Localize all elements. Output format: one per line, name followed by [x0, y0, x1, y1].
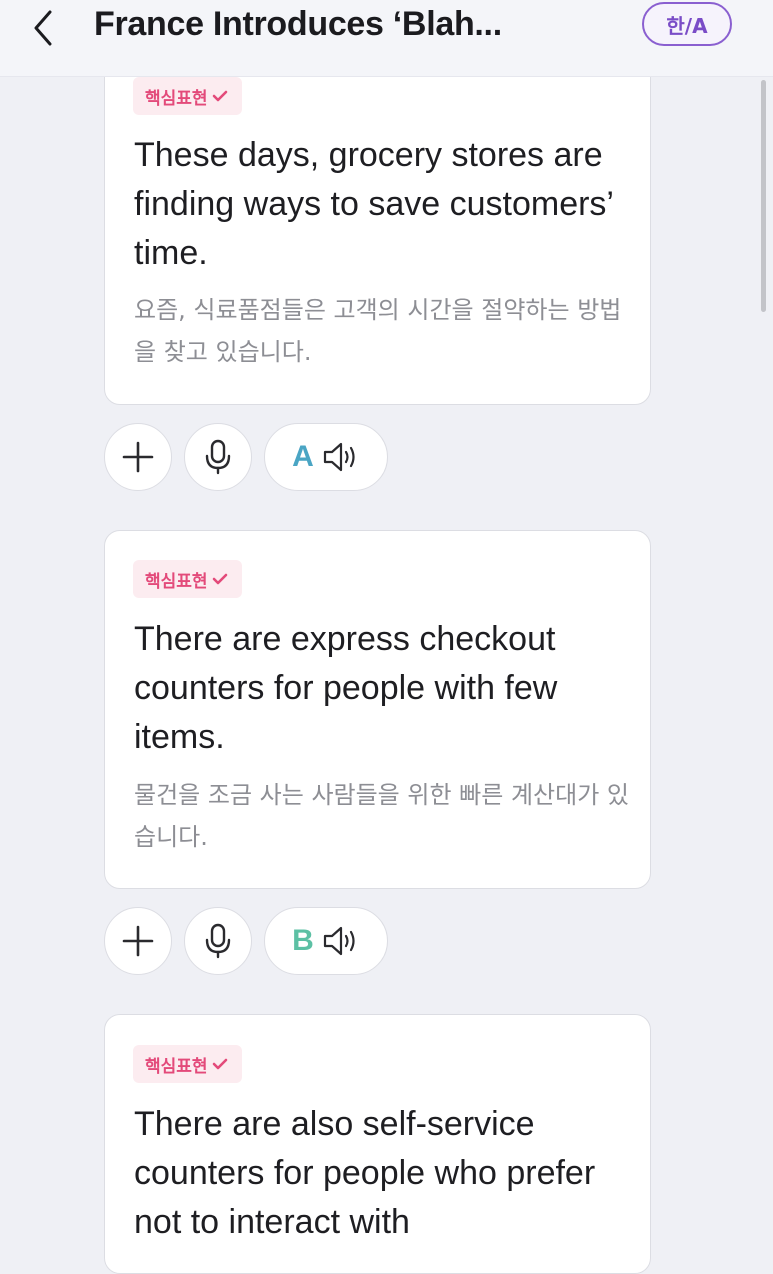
- plus-icon: [122, 925, 154, 957]
- english-sentence: There are also self-service counters for…: [134, 1105, 596, 1241]
- add-button[interactable]: [104, 907, 172, 975]
- tag-label: 핵심표현: [145, 1056, 208, 1077]
- checkmark-icon: [212, 573, 227, 585]
- korean-translation: 물건을 조금 사는 사람들을 위한 빠른 계산대가 있습니다.: [134, 781, 630, 851]
- plus-icon: [122, 441, 154, 473]
- korean-translation: 요즘, 식료품점들은 고객의 시간을 절약하는 방법을 찾고 있습니다.: [134, 296, 622, 366]
- speaker-label: B: [292, 924, 314, 957]
- play-audio-button[interactable]: B: [264, 907, 388, 975]
- speaker-icon: [323, 926, 355, 956]
- expression-card: 핵심표현 There are also self-service counter…: [104, 1014, 651, 1274]
- play-audio-button[interactable]: A: [264, 423, 388, 491]
- microphone-icon: [205, 923, 231, 959]
- expression-card: 핵심표현 There are express checkout counters…: [104, 530, 651, 889]
- record-button[interactable]: [184, 423, 252, 491]
- speaker-icon: [323, 442, 355, 472]
- checkmark-icon: [212, 90, 227, 102]
- tag-label: 핵심표현: [145, 571, 208, 592]
- scrollbar[interactable]: [761, 80, 766, 312]
- language-toggle-button[interactable]: 한/A: [642, 2, 732, 46]
- english-sentence: These days, grocery stores are finding w…: [134, 136, 613, 272]
- checkmark-icon: [212, 1058, 227, 1070]
- chevron-left-icon: [34, 10, 52, 46]
- key-expression-tag: 핵심표현: [133, 1045, 242, 1083]
- tag-label: 핵심표현: [145, 88, 208, 109]
- key-expression-tag: 핵심표현: [133, 560, 242, 598]
- speaker-label: A: [292, 440, 314, 473]
- add-button[interactable]: [104, 423, 172, 491]
- key-expression-tag: 핵심표현: [133, 77, 242, 115]
- back-button[interactable]: [28, 6, 60, 46]
- record-button[interactable]: [184, 907, 252, 975]
- page-title: France Introduces ‘Blah...: [94, 5, 502, 43]
- expression-card: 핵심표현 These days, grocery stores are find…: [104, 60, 651, 405]
- top-bar: France Introduces ‘Blah... 한/A: [0, 0, 773, 77]
- english-sentence: There are express checkout counters for …: [134, 620, 558, 756]
- microphone-icon: [205, 439, 231, 475]
